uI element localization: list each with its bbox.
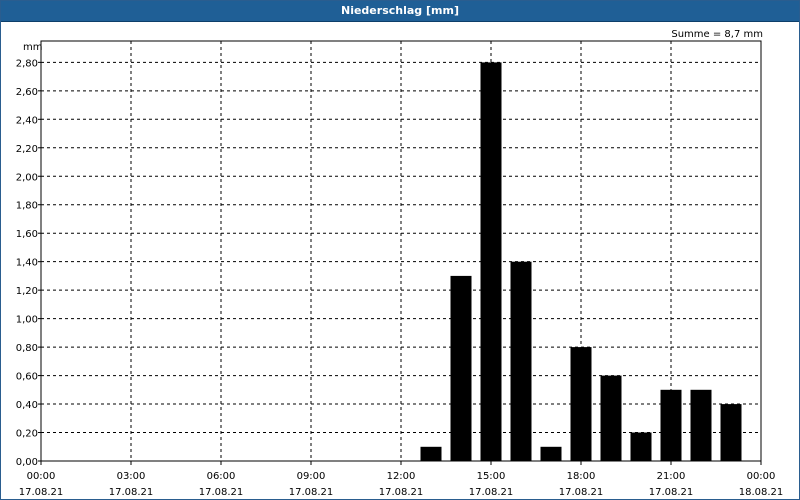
grid-lines bbox=[41, 41, 761, 461]
chart-window: Niederschlag [mm] 0,00 0,20 0,40 0,60 0,80 1,… bbox=[0, 0, 800, 500]
x-tick-time: 00:00 bbox=[747, 471, 776, 482]
bar bbox=[480, 62, 502, 462]
x-tick-date: 17.08.21 bbox=[559, 487, 604, 498]
y-tick-label: 1,00 bbox=[16, 315, 38, 326]
x-tick-labels: 00:00 17.08.21 03:00 17.08.21 06:00 17.08.21 0… bbox=[19, 461, 784, 498]
x-tick-date: 17.08.21 bbox=[109, 487, 154, 498]
bar bbox=[660, 389, 682, 461]
x-tick-time: 03:00 bbox=[117, 471, 146, 482]
x-tick-date: 17.08.21 bbox=[199, 487, 244, 498]
x-tick-time: 09:00 bbox=[297, 471, 326, 482]
y-tick-label: 2,00 bbox=[16, 172, 38, 183]
y-tick-label: 0,80 bbox=[16, 343, 38, 354]
y-tick-labels: 0,00 0,20 0,40 0,60 0,80 1,00 1,20 1,40 1,60 1,80… bbox=[16, 58, 41, 468]
x-tick-date: 17.08.21 bbox=[649, 487, 694, 498]
x-tick-date: 17.08.21 bbox=[469, 487, 514, 498]
y-tick-label: 1,60 bbox=[16, 229, 38, 240]
x-tick-time: 06:00 bbox=[207, 471, 236, 482]
y-tick-label: 0,00 bbox=[16, 457, 38, 468]
x-tick-date: 18.08.21 bbox=[739, 487, 784, 498]
x-tick-time: 12:00 bbox=[387, 471, 416, 482]
x-tick-time: 00:00 bbox=[27, 471, 56, 482]
bar bbox=[720, 404, 742, 461]
bar bbox=[630, 432, 652, 461]
y-tick-label: 1,20 bbox=[16, 286, 38, 297]
x-tick-date: 17.08.21 bbox=[19, 487, 64, 498]
y-tick-label: 1,80 bbox=[16, 201, 38, 212]
y-tick-label: 2,80 bbox=[16, 58, 38, 69]
y-tick-label: 0,60 bbox=[16, 372, 38, 383]
bar bbox=[450, 275, 472, 461]
y-axis-unit: mm bbox=[23, 42, 42, 53]
sum-label: Summe = 8,7 mm bbox=[671, 29, 763, 40]
y-tick-label: 2,20 bbox=[16, 144, 38, 155]
y-tick-label: 0,40 bbox=[16, 400, 38, 411]
x-tick-time: 18:00 bbox=[567, 471, 596, 482]
bar bbox=[420, 446, 442, 461]
y-tick-label: 2,40 bbox=[16, 115, 38, 126]
x-tick-time: 21:00 bbox=[657, 471, 686, 482]
bar bbox=[540, 446, 562, 461]
bar bbox=[690, 389, 712, 461]
precipitation-chart: 0,00 0,20 0,40 0,60 0,80 1,00 1,20 1,40 1,60 1,80… bbox=[16, 29, 784, 498]
bar bbox=[570, 347, 592, 461]
bar bbox=[510, 261, 532, 461]
y-tick-label: 0,20 bbox=[16, 429, 38, 440]
y-tick-label: 2,60 bbox=[16, 87, 38, 98]
x-tick-date: 17.08.21 bbox=[289, 487, 334, 498]
bar bbox=[600, 375, 622, 461]
x-tick-time: 15:00 bbox=[477, 471, 506, 482]
y-tick-label: 1,40 bbox=[16, 258, 38, 269]
x-tick-date: 17.08.21 bbox=[379, 487, 424, 498]
